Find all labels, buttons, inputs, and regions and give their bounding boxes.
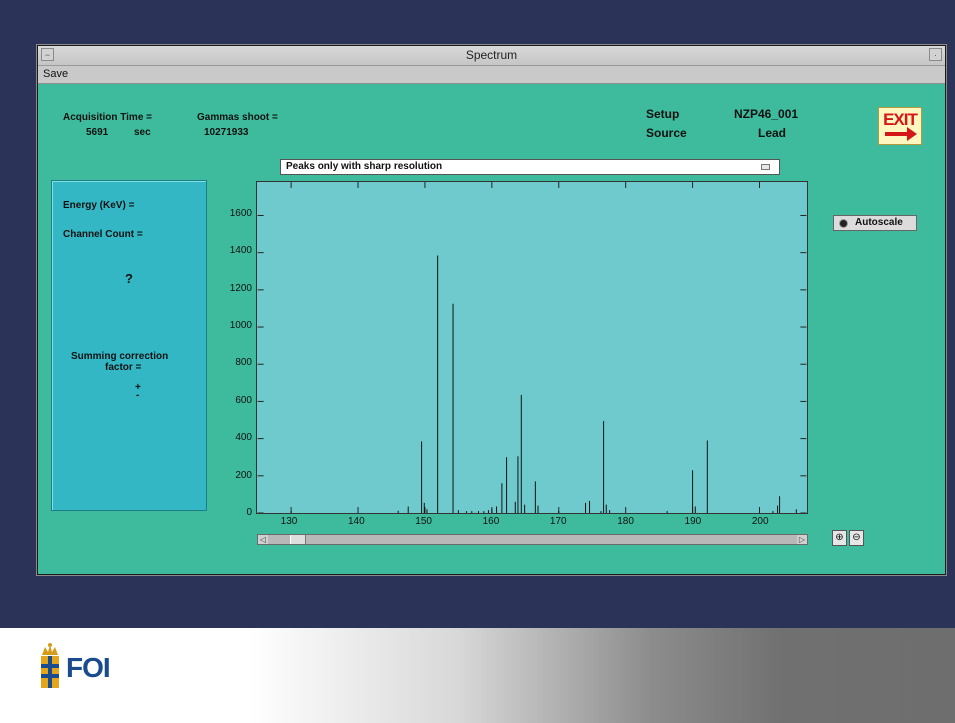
peak-filter-dropdown[interactable]: Peaks only with sharp resolution — [280, 159, 780, 175]
energy-label: Energy (KeV) = — [63, 200, 135, 211]
brand-name: FOI — [66, 652, 111, 683]
zoom-out-icon[interactable]: ⊖ — [849, 530, 864, 546]
y-tick-label: 600 — [235, 394, 252, 406]
x-tick-label: 170 — [549, 516, 567, 527]
info-question-mark: ? — [125, 271, 133, 286]
menu-bar: Save — [38, 66, 945, 84]
scroll-thumb[interactable] — [290, 535, 306, 544]
x-tick-label: 130 — [280, 516, 298, 527]
autoscale-radio-icon — [840, 220, 847, 227]
summing-correction-label: Summing correction — [71, 351, 169, 362]
exit-arrow-icon — [885, 132, 909, 136]
summing-factor-label: factor = — [105, 362, 142, 373]
x-tick-label: 160 — [482, 516, 500, 527]
spectrum-window: − Spectrum · Save Acquisition Time = 569… — [37, 45, 946, 575]
peak-filter-selected: Peaks only with sharp resolution — [286, 161, 443, 172]
y-tick-label: 1200 — [229, 282, 252, 294]
y-tick-label: 1600 — [229, 207, 252, 219]
y-tick-label: 0 — [246, 507, 252, 518]
acquisition-time-label: Acquisition Time = — [63, 112, 152, 123]
x-tick-label: 190 — [684, 516, 702, 527]
x-tick-label: 150 — [415, 516, 432, 527]
autoscale-label: Autoscale — [855, 217, 903, 228]
autoscale-toggle[interactable]: Autoscale — [833, 215, 917, 231]
y-tick-label: 800 — [235, 357, 252, 369]
x-tick-label: 200 — [751, 516, 769, 527]
gammas-shoot-value: 10271933 — [204, 127, 249, 138]
x-tick-label: 140 — [347, 516, 365, 527]
channel-count-label: Channel Count = — [63, 229, 143, 240]
acquisition-time-value: 5691 — [86, 127, 109, 138]
source-value: Lead — [758, 126, 787, 140]
gammas-shoot-label: Gammas shoot = — [197, 112, 278, 123]
setup-label: Setup — [646, 107, 680, 121]
scroll-right-icon[interactable]: ▷ — [797, 535, 807, 544]
source-label: Source — [646, 126, 687, 140]
window-title: Spectrum — [465, 48, 518, 62]
acquisition-time-unit: sec — [134, 127, 151, 138]
y-tick-label: 1400 — [229, 245, 252, 257]
exit-arrowhead-icon — [907, 127, 917, 141]
x-tick-label: 180 — [617, 516, 634, 527]
foi-crown-logo-icon — [41, 643, 59, 688]
y-tick-label: 200 — [235, 469, 252, 481]
spectrum-plot[interactable] — [256, 181, 808, 514]
scroll-left-icon[interactable]: ◁ — [258, 535, 268, 544]
setup-value: NZP46_001 — [734, 107, 799, 121]
info-panel: Energy (KeV) = Channel Count = ? Summing… — [51, 180, 207, 511]
exit-button[interactable]: EXIT — [878, 107, 922, 145]
zoom-in-icon[interactable]: ⊕ — [832, 530, 847, 546]
title-bar[interactable]: − Spectrum · — [38, 46, 945, 66]
dropdown-toggle-icon[interactable] — [761, 164, 770, 170]
y-tick-label: 1000 — [229, 319, 252, 331]
horizontal-scrollbar[interactable]: ◁ ▷ — [257, 534, 808, 545]
window-close-button[interactable]: · — [929, 48, 942, 61]
footer-banner — [0, 628, 955, 723]
menu-save[interactable]: Save — [43, 68, 68, 80]
minus-sign: - — [136, 390, 140, 401]
y-tick-label: 400 — [235, 432, 252, 444]
